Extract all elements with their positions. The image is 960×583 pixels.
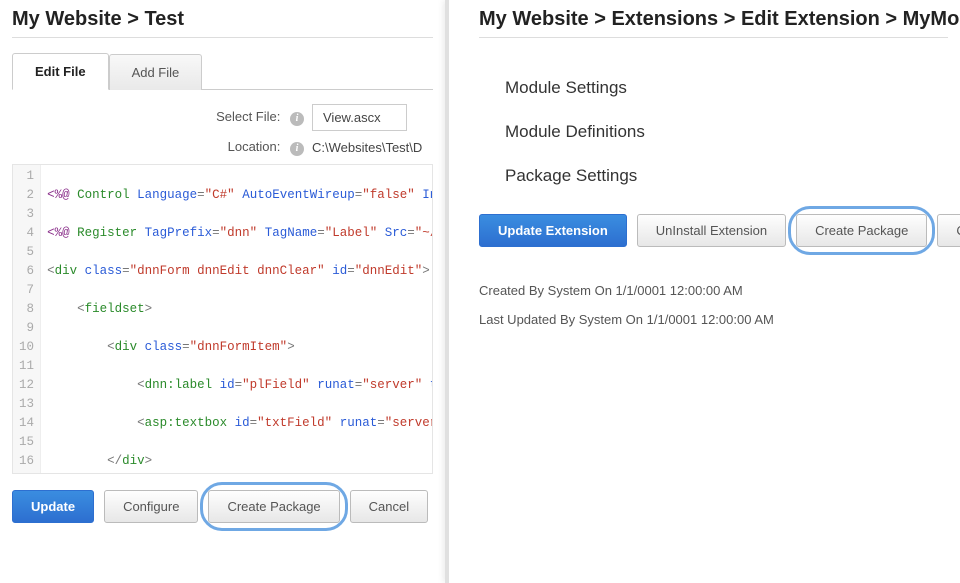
location-row: Location: i C:\Websites\Test\D xyxy=(12,139,433,156)
create-package-button[interactable]: Create Package xyxy=(796,214,927,247)
location-value: C:\Websites\Test\D xyxy=(312,140,422,155)
cancel-button[interactable]: Cancel xyxy=(350,490,428,523)
code-editor[interactable]: 1 2 3 4 5 6 7 8 9 10 11 12 13 14 15 16 <… xyxy=(12,164,433,474)
tab-edit-file[interactable]: Edit File xyxy=(12,53,109,90)
line-gutter: 1 2 3 4 5 6 7 8 9 10 11 12 13 14 15 16 xyxy=(13,165,41,473)
section-module-settings[interactable]: Module Settings xyxy=(505,78,948,98)
breadcrumb: My Website > Extensions > Edit Extension… xyxy=(479,8,948,31)
breadcrumb: My Website > Test xyxy=(12,8,433,31)
right-button-row: Update Extension UnInstall Extension Cre… xyxy=(479,214,948,247)
info-icon[interactable]: i xyxy=(290,142,304,156)
edit-file-panel: My Website > Test Edit File Add File Sel… xyxy=(0,0,445,583)
select-file-dropdown[interactable]: View.ascx xyxy=(312,104,407,131)
update-button[interactable]: Update xyxy=(12,490,94,523)
create-package-button[interactable]: Create Package xyxy=(208,490,339,523)
tab-add-file[interactable]: Add File xyxy=(109,54,203,90)
section-module-definitions[interactable]: Module Definitions xyxy=(505,122,948,142)
divider xyxy=(479,37,948,38)
cancel-button[interactable]: Cancel xyxy=(937,214,960,247)
create-package-highlight: Create Package xyxy=(796,214,927,247)
location-label: Location: i xyxy=(12,139,312,156)
configure-button[interactable]: Configure xyxy=(104,490,198,523)
created-by-text: Created By System On 1/1/0001 12:00:00 A… xyxy=(479,283,948,298)
create-package-highlight: Create Package xyxy=(208,490,339,523)
divider xyxy=(12,37,433,38)
select-file-label: Select File: i xyxy=(12,109,312,126)
file-tabs: Edit File Add File xyxy=(12,52,433,90)
left-button-row: Update Configure Create Package Cancel xyxy=(12,490,433,523)
select-file-row: Select File: i View.ascx xyxy=(12,104,433,131)
uninstall-extension-button[interactable]: UnInstall Extension xyxy=(637,214,786,247)
update-extension-button[interactable]: Update Extension xyxy=(479,214,627,247)
edit-extension-panel: My Website > Extensions > Edit Extension… xyxy=(445,0,960,583)
last-updated-text: Last Updated By System On 1/1/0001 12:00… xyxy=(479,312,948,327)
code-content[interactable]: <%@ Control Language="C#" AutoEventWireu… xyxy=(41,165,432,473)
info-icon[interactable]: i xyxy=(290,112,304,126)
section-package-settings[interactable]: Package Settings xyxy=(505,166,948,186)
